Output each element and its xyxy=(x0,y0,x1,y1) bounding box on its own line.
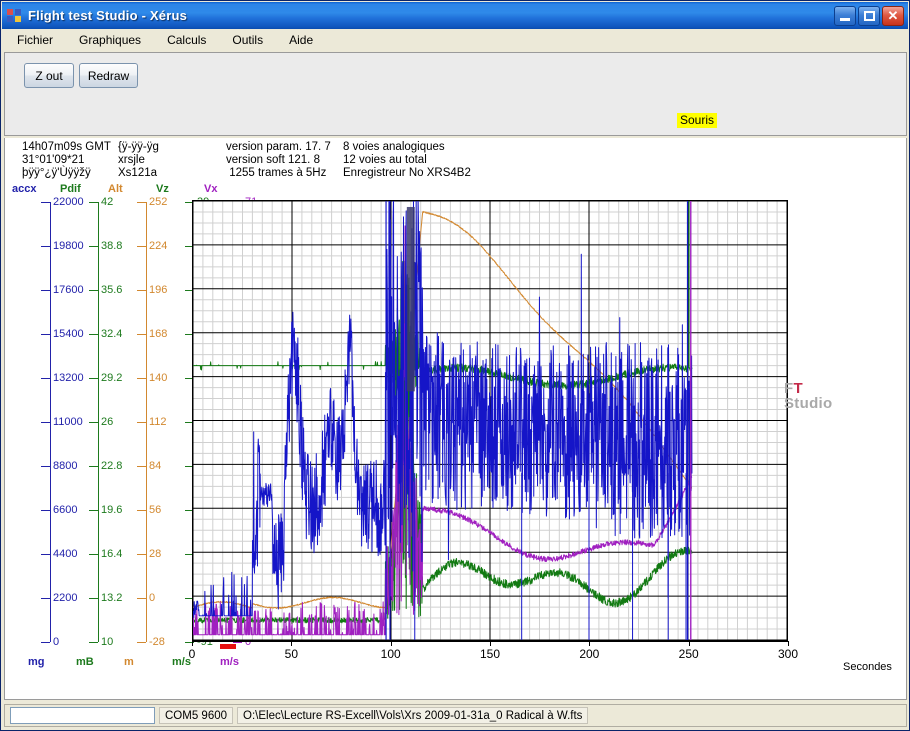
y-axis-vx: Vx7163.956.849.742.635.528.421.314.27.10… xyxy=(5,181,192,681)
close-glyph: ✕ xyxy=(883,7,903,25)
mouse-status-label: Souris xyxy=(677,113,717,128)
x-tick xyxy=(391,641,392,646)
app-icon xyxy=(7,8,23,23)
menu-item-outils[interactable]: Outils xyxy=(221,31,274,49)
x-axis-title: Secondes xyxy=(843,661,892,673)
info-column-channels: 8 voies analogiques 12 voies au total En… xyxy=(343,141,471,181)
info-column-id: {ÿ-ÿÿ-ÿg xrsjle Xs121a xyxy=(118,141,159,181)
x-tick-label: 250 xyxy=(679,647,699,661)
menu-item-fichier[interactable]: Fichier xyxy=(6,31,64,49)
zoom-out-button[interactable]: Z out xyxy=(24,63,74,88)
menu-bar: Fichier Graphiques Calculs Outils Aide xyxy=(2,29,908,51)
toolbar-panel: Z out Redraw Souris xyxy=(4,52,907,136)
x-tick xyxy=(192,641,193,646)
close-icon[interactable]: ✕ xyxy=(882,6,904,26)
x-tick xyxy=(490,641,491,646)
minimize-button[interactable] xyxy=(834,6,856,26)
redraw-button[interactable]: Redraw xyxy=(79,63,138,88)
watermark-studio: Studio xyxy=(784,395,832,412)
status-input[interactable] xyxy=(10,707,155,724)
title-bar: Flight test Studio - Xérus ✕ xyxy=(2,2,908,29)
maximize-button[interactable] xyxy=(858,6,880,26)
y-axis-unit-vx: m/s xyxy=(220,656,239,668)
x-tick xyxy=(788,641,789,646)
chart-zone: accx220001980017600154001320011000880066… xyxy=(4,181,907,700)
x-tick-label: 150 xyxy=(480,647,500,661)
watermark: FT Studio xyxy=(784,381,832,411)
y-tick xyxy=(233,642,242,643)
window-controls: ✕ xyxy=(832,6,904,26)
status-port: COM5 9600 xyxy=(159,707,233,724)
x-tick-label: 50 xyxy=(285,647,298,661)
menu-item-graphiques[interactable]: Graphiques xyxy=(68,31,152,49)
y-axis-title-vx: Vx xyxy=(204,183,217,195)
plot-area[interactable] xyxy=(192,200,788,641)
recording-info-header: 14h07m09s GMT 31°01'09*21 þÿÿ°¿ÿ'Ùÿÿžÿ {… xyxy=(4,138,907,181)
x-tick xyxy=(689,641,690,646)
x-tick-label: 100 xyxy=(381,647,401,661)
app-window: Flight test Studio - Xérus ✕ Fichier Gra… xyxy=(0,0,910,731)
window-title: Flight test Studio - Xérus xyxy=(28,8,187,23)
status-file: O:\Elec\Lecture RS-Excell\Vols\Xrs 2009-… xyxy=(237,707,588,724)
x-tick-label: 0 xyxy=(189,647,196,661)
status-bar: COM5 9600 O:\Elec\Lecture RS-Excell\Vols… xyxy=(4,704,907,727)
x-tick-label: 200 xyxy=(579,647,599,661)
info-column-version: version param. 17. 7 version soft 121. 8… xyxy=(226,141,331,181)
menu-item-calculs[interactable]: Calculs xyxy=(156,31,217,49)
info-column-time: 14h07m09s GMT 31°01'09*21 þÿÿ°¿ÿ'Ùÿÿžÿ xyxy=(22,141,111,181)
x-tick-label: 300 xyxy=(778,647,798,661)
menu-item-aide[interactable]: Aide xyxy=(278,31,324,49)
selection-marker-bar[interactable] xyxy=(220,644,236,649)
plot-canvas xyxy=(193,201,787,640)
x-tick xyxy=(589,641,590,646)
x-tick xyxy=(291,641,292,646)
